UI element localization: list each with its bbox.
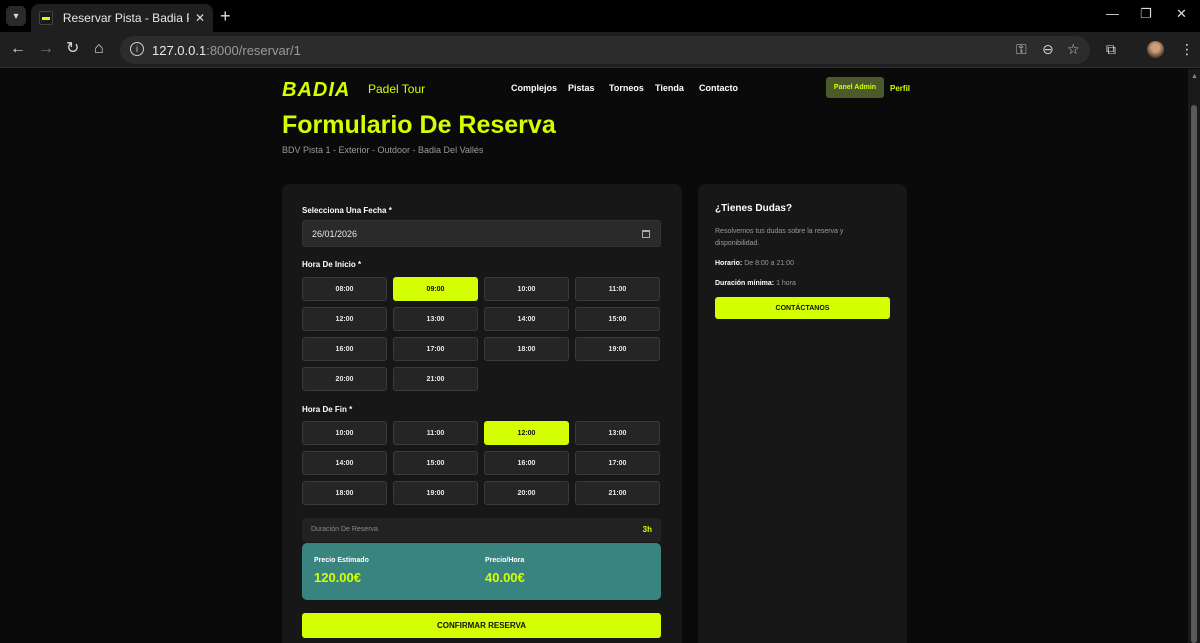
site-logo-subtitle: Padel Tour xyxy=(368,82,426,96)
start-slot-1300[interactable]: 13:00 xyxy=(393,307,478,331)
start-slot-1900[interactable]: 19:00 xyxy=(575,337,660,361)
password-key-icon[interactable]: ⚿ xyxy=(1016,41,1027,58)
url-path: :8000/reservar/1 xyxy=(206,43,301,58)
end-slot-1500[interactable]: 15:00 xyxy=(393,451,478,475)
reservation-form-card: Selecciona Una Fecha * 26/01/2026 Hora D… xyxy=(282,184,682,643)
end-slot-2100[interactable]: 21:00 xyxy=(575,481,660,505)
help-text: Resolvemos tus dudas sobre la reserva y … xyxy=(715,228,844,247)
tab-search-icon[interactable]: ▾ xyxy=(6,6,26,26)
extensions-icon[interactable]: ⧉ xyxy=(1106,41,1116,58)
help-title: ¿Tienes Dudas? xyxy=(715,203,793,214)
end-slot-1300[interactable]: 13:00 xyxy=(575,421,660,445)
price-per-hour-label: Precio/Hora xyxy=(485,557,525,564)
start-slot-1800[interactable]: 18:00 xyxy=(484,337,569,361)
end-slot-1400[interactable]: 14:00 xyxy=(302,451,387,475)
start-slot-2100[interactable]: 21:00 xyxy=(393,367,478,391)
help-card: ¿Tienes Dudas? Resolvemos tus dudas sobr… xyxy=(698,184,907,643)
duration-row: Duración De Reserva 3h xyxy=(302,518,661,542)
restore-icon[interactable]: ❐ xyxy=(1140,6,1152,22)
scroll-up-icon[interactable]: ▲ xyxy=(1191,73,1198,80)
favicon xyxy=(39,11,53,25)
zoom-icon[interactable]: ⊖ xyxy=(1042,41,1054,58)
nav-link-pistas[interactable]: Pistas xyxy=(568,83,595,93)
schedule-info: Horario: De 8:00 a 21:00 xyxy=(715,260,794,267)
price-per-hour-value: 40.00€ xyxy=(485,570,525,585)
nav-link-complejos[interactable]: Complejos xyxy=(511,83,557,93)
end-slot-1900[interactable]: 19:00 xyxy=(393,481,478,505)
tab-title: Reservar Pista - Badia Padel Tour xyxy=(62,11,189,25)
start-slot-1000[interactable]: 10:00 xyxy=(484,277,569,301)
date-input[interactable]: 26/01/2026 xyxy=(302,220,661,247)
minimize-icon[interactable]: — xyxy=(1106,6,1119,21)
page-subtitle: BDV Pista 1 - Exterior - Outdoor - Badia… xyxy=(282,145,484,155)
page-title: Formulario De Reserva xyxy=(282,111,556,139)
address-bar[interactable]: i 127.0.0.1:8000/reservar/1 ⚿ ⊖ ☆ xyxy=(120,36,1090,64)
end-slot-1800[interactable]: 18:00 xyxy=(302,481,387,505)
start-time-label: Hora De Inicio * xyxy=(302,260,362,269)
end-time-label: Hora De Fin * xyxy=(302,405,353,414)
new-tab-icon[interactable]: + xyxy=(220,6,231,26)
home-icon[interactable]: ⌂ xyxy=(94,40,104,58)
end-slot-1600[interactable]: 16:00 xyxy=(484,451,569,475)
profile-avatar[interactable] xyxy=(1147,41,1164,58)
browser-toolbar: ← → ↻ ⌂ i 127.0.0.1:8000/reservar/1 ⚿ ⊖ … xyxy=(0,32,1200,68)
min-duration-label: Duración mínima: xyxy=(715,280,775,287)
close-window-icon[interactable]: ✕ xyxy=(1176,6,1187,22)
bookmark-star-icon[interactable]: ☆ xyxy=(1067,41,1080,58)
perfil-link[interactable]: Perfil xyxy=(890,84,910,93)
browser-tab[interactable]: Reservar Pista - Badia Padel Tour ✕ xyxy=(31,4,213,32)
back-icon[interactable]: ← xyxy=(10,40,26,58)
schedule-label: Horario: xyxy=(715,260,743,267)
start-slot-0800[interactable]: 08:00 xyxy=(302,277,387,301)
page-scrollbar[interactable]: ▲ xyxy=(1188,69,1200,643)
start-slot-1700[interactable]: 17:00 xyxy=(393,337,478,361)
page-viewport: BADIA Padel Tour Complejos Pistas Torneo… xyxy=(0,69,1188,643)
start-slot-1500[interactable]: 15:00 xyxy=(575,307,660,331)
nav-link-contacto[interactable]: Contacto xyxy=(699,83,738,93)
start-slot-1400[interactable]: 14:00 xyxy=(484,307,569,331)
panel-admin-button[interactable]: Panel Admin xyxy=(826,77,884,98)
estimated-price-label: Precio Estimado xyxy=(314,557,369,564)
scrollbar-thumb[interactable] xyxy=(1191,105,1197,643)
start-slot-1100[interactable]: 11:00 xyxy=(575,277,660,301)
date-value: 26/01/2026 xyxy=(312,229,358,239)
min-duration-value: 1 hora xyxy=(776,280,796,287)
calendar-icon[interactable] xyxy=(642,230,650,238)
end-slot-1100[interactable]: 11:00 xyxy=(393,421,478,445)
url-text: 127.0.0.1:8000/reservar/1 xyxy=(152,43,301,58)
site-navbar: BADIA Padel Tour Complejos Pistas Torneo… xyxy=(282,77,910,102)
nav-link-tienda[interactable]: Tienda xyxy=(655,83,684,93)
start-slot-1200[interactable]: 12:00 xyxy=(302,307,387,331)
more-menu-icon[interactable]: ⋮ xyxy=(1180,41,1194,58)
end-slot-1000[interactable]: 10:00 xyxy=(302,421,387,445)
contact-button[interactable]: CONTÁCTANOS xyxy=(715,297,890,319)
date-label: Selecciona Una Fecha * xyxy=(302,206,392,215)
close-icon[interactable]: ✕ xyxy=(195,11,205,25)
start-slot-1600[interactable]: 16:00 xyxy=(302,337,387,361)
url-host: 127.0.0.1 xyxy=(152,43,207,58)
site-info-icon[interactable]: i xyxy=(130,42,144,56)
confirm-reservation-button[interactable]: CONFIRMAR RESERVA xyxy=(302,613,661,638)
start-slot-2000[interactable]: 20:00 xyxy=(302,367,387,391)
estimated-price-value: 120.00€ xyxy=(314,570,361,585)
start-slot-0900[interactable]: 09:00 xyxy=(393,277,478,301)
forward-icon[interactable]: → xyxy=(38,40,54,58)
reload-icon[interactable]: ↻ xyxy=(66,40,79,58)
end-slot-2000[interactable]: 20:00 xyxy=(484,481,569,505)
min-duration-info: Duración mínima: 1 hora xyxy=(715,280,796,287)
duration-value: 3h xyxy=(642,525,652,534)
site-logo[interactable]: BADIA xyxy=(282,79,350,102)
nav-link-torneos[interactable]: Torneos xyxy=(609,83,644,93)
end-slot-1200[interactable]: 12:00 xyxy=(484,421,569,445)
price-summary: Precio Estimado 120.00€ Precio/Hora 40.0… xyxy=(302,543,661,600)
end-slot-1700[interactable]: 17:00 xyxy=(575,451,660,475)
schedule-value: De 8:00 a 21:00 xyxy=(744,260,795,267)
browser-tab-strip: ▾ Reservar Pista - Badia Padel Tour ✕ + … xyxy=(0,0,1200,32)
duration-label: Duración De Reserva xyxy=(311,526,378,533)
